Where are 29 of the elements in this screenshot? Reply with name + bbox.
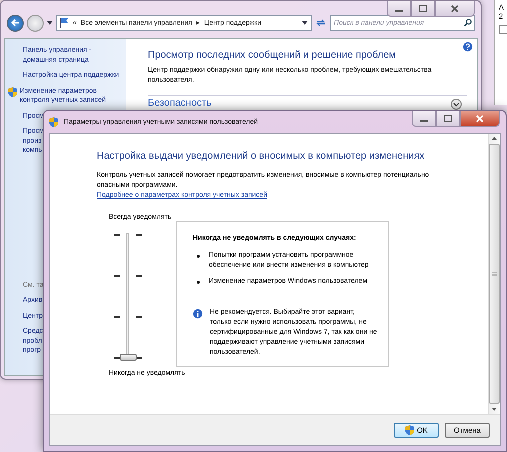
bullet-icon	[197, 281, 200, 284]
grip-icon	[492, 272, 497, 276]
scroll-down-icon[interactable]	[492, 408, 497, 411]
scroll-up-icon[interactable]	[492, 137, 497, 140]
maximize-icon	[444, 115, 452, 122]
page-title: Просмотр последних сообщений и решение проблем	[148, 49, 398, 62]
section-heading[interactable]: Безопасность	[148, 98, 212, 109]
expand-chevron-icon[interactable]	[451, 99, 462, 110]
slider-thumb[interactable]	[120, 354, 137, 361]
close-icon	[476, 114, 484, 122]
close-icon	[451, 4, 459, 12]
info-icon	[193, 309, 203, 319]
flag-icon	[60, 18, 69, 28]
bullet-icon	[197, 255, 200, 258]
minimize-button[interactable]	[412, 111, 436, 127]
back-button[interactable]	[7, 14, 24, 32]
dropdown-arrow-icon[interactable]	[47, 21, 53, 25]
maximize-icon	[419, 5, 427, 12]
dropdown-arrow-icon[interactable]	[302, 21, 308, 25]
close-button[interactable]	[460, 111, 500, 127]
refresh-icon[interactable]	[315, 17, 327, 29]
arrow-left-icon	[11, 19, 20, 27]
maximize-button[interactable]	[436, 111, 460, 127]
shield-icon	[49, 116, 59, 128]
checkbox[interactable]	[499, 25, 507, 34]
search-icon	[464, 19, 472, 27]
help-icon[interactable]	[463, 42, 473, 52]
scrollbar[interactable]	[488, 134, 500, 414]
dialog-heading: Настройка выдачи уведомлений о вносимых в компьютер изменениях	[97, 150, 426, 163]
